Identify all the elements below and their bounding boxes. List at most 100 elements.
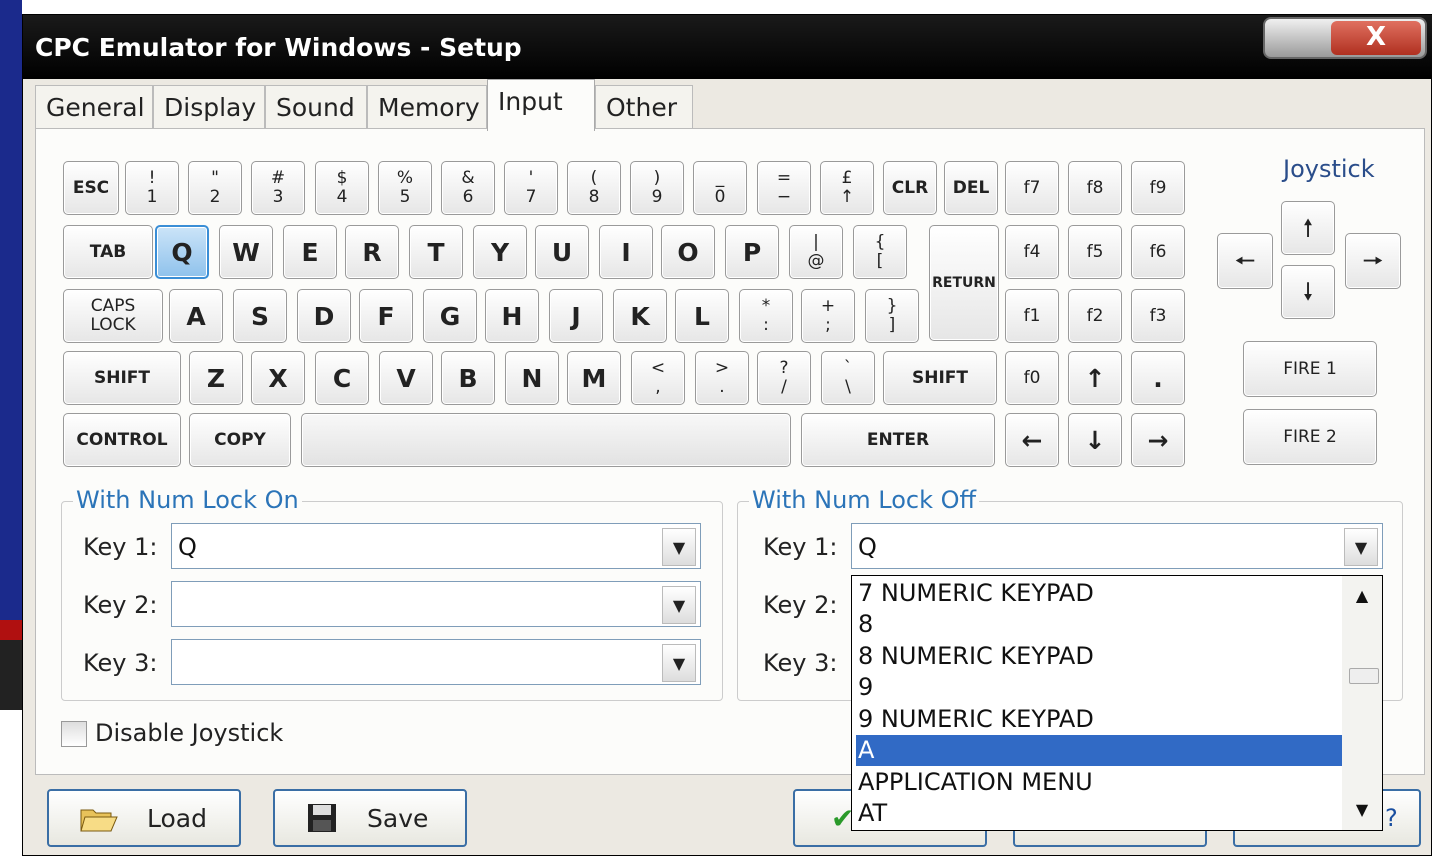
scrollbar-thumb[interactable] — [1349, 668, 1379, 684]
key-enter[interactable]: ENTER — [801, 413, 995, 467]
key-f2[interactable]: f2 — [1068, 289, 1122, 343]
key-symbol[interactable]: +; — [801, 289, 855, 343]
key-c[interactable]: C — [315, 351, 369, 405]
key-clr[interactable]: CLR — [883, 161, 937, 215]
key-space[interactable] — [301, 413, 791, 467]
key-copy[interactable]: COPY — [189, 413, 291, 467]
key-symbol[interactable]: *: — [739, 289, 793, 343]
key-capslock[interactable]: CAPS LOCK — [63, 289, 163, 343]
key-g[interactable]: G — [423, 289, 477, 343]
key-f3[interactable]: f3 — [1131, 289, 1185, 343]
key-symbol[interactable]: = − — [757, 161, 811, 215]
key-2[interactable]: " 2 — [188, 161, 242, 215]
list-item[interactable]: 8 NUMERIC KEYPAD — [856, 641, 1342, 672]
scroll-up-icon[interactable]: ▲ — [1346, 580, 1378, 610]
list-item[interactable]: AT — [856, 798, 1342, 829]
list-item[interactable]: 8 — [856, 609, 1342, 640]
key-symbol[interactable]: ` \ — [821, 351, 875, 405]
fire2-button[interactable]: FIRE 2 — [1243, 409, 1377, 465]
key-4[interactable]: $4 — [315, 161, 369, 215]
dropdown-scrollbar[interactable]: ▲ ▼ — [1342, 576, 1382, 830]
key-symbol[interactable]: | @ — [789, 225, 843, 279]
list-item-selected[interactable]: A — [856, 735, 1342, 766]
key-return[interactable]: RETURN — [929, 225, 999, 341]
key-6[interactable]: & 6 — [441, 161, 495, 215]
key-p[interactable]: P — [725, 225, 779, 279]
key-symbol[interactable]: ← — [1005, 413, 1059, 467]
key-symbol[interactable]: ↑ — [1068, 351, 1122, 405]
key-symbol[interactable]: ? / — [757, 351, 811, 405]
key-m[interactable]: M — [567, 351, 621, 405]
num-lock-on-key3-select[interactable]: ▼ — [171, 639, 701, 685]
joystick-right-button[interactable]: 🠖 — [1345, 233, 1401, 289]
chevron-down-icon[interactable]: ▼ — [1344, 528, 1378, 566]
list-item[interactable]: 9 NUMERIC KEYPAD — [856, 704, 1342, 735]
key-f5[interactable]: f5 — [1068, 225, 1122, 279]
key-d[interactable]: D — [297, 289, 351, 343]
key-i[interactable]: I — [599, 225, 653, 279]
disable-joystick-checkbox[interactable] — [61, 721, 87, 747]
key-f1[interactable]: f1 — [1005, 289, 1059, 343]
joystick-up-button[interactable]: 🠕 — [1281, 201, 1335, 255]
key-n[interactable]: N — [505, 351, 559, 405]
scroll-down-icon[interactable]: ▼ — [1346, 794, 1378, 824]
key-symbol[interactable]: £ ↑ — [820, 161, 874, 215]
joystick-down-button[interactable]: 🠗 — [1281, 265, 1335, 319]
chevron-down-icon[interactable]: ▼ — [662, 586, 696, 624]
key-f7[interactable]: f7 — [1005, 161, 1059, 215]
key-t[interactable]: T — [409, 225, 463, 279]
key-shift[interactable]: SHIFT — [883, 351, 997, 405]
key-b[interactable]: B — [441, 351, 495, 405]
key-symbol[interactable]: >. — [695, 351, 749, 405]
key-5[interactable]: % 5 — [378, 161, 432, 215]
joystick-left-button[interactable]: 🠔 — [1217, 233, 1273, 289]
save-button[interactable]: Save — [273, 789, 467, 847]
key-f4[interactable]: f4 — [1005, 225, 1059, 279]
list-item[interactable]: APPLICATION MENU — [856, 767, 1342, 798]
chevron-down-icon[interactable]: ▼ — [662, 644, 696, 682]
key-del[interactable]: DEL — [944, 161, 998, 215]
key-o[interactable]: O — [661, 225, 715, 279]
key-dropdown-list[interactable]: 7 NUMERIC KEYPAD 8 8 NUMERIC KEYPAD 9 9 … — [851, 575, 1383, 831]
key-esc[interactable]: ESC — [63, 161, 119, 215]
list-item[interactable]: 7 NUMERIC KEYPAD — [856, 578, 1342, 609]
key-s[interactable]: S — [233, 289, 287, 343]
key-3[interactable]: #3 — [251, 161, 305, 215]
key-y[interactable]: Y — [473, 225, 527, 279]
key-v[interactable]: V — [379, 351, 433, 405]
key-symbol[interactable]: ↓ — [1068, 413, 1122, 467]
key-symbol[interactable]: → — [1131, 413, 1185, 467]
list-item[interactable]: 9 — [856, 672, 1342, 703]
key-q[interactable]: Q — [155, 225, 209, 279]
key-h[interactable]: H — [485, 289, 539, 343]
num-lock-on-key1-select[interactable]: Q ▼ — [171, 523, 701, 569]
key-tab[interactable]: TAB — [63, 225, 153, 279]
key-w[interactable]: W — [219, 225, 273, 279]
key-8[interactable]: (8 — [567, 161, 621, 215]
key-z[interactable]: Z — [189, 351, 243, 405]
key-symbol[interactable]: {[ — [853, 225, 907, 279]
fire1-button[interactable]: FIRE 1 — [1243, 341, 1377, 397]
key-u[interactable]: U — [535, 225, 589, 279]
key-x[interactable]: X — [251, 351, 305, 405]
load-button[interactable]: Load — [47, 789, 241, 847]
key-e[interactable]: E — [283, 225, 337, 279]
key-symbol[interactable]: <, — [631, 351, 685, 405]
key-9[interactable]: ) 9 — [630, 161, 684, 215]
key-1[interactable]: ! 1 — [125, 161, 179, 215]
key-f8[interactable]: f8 — [1068, 161, 1122, 215]
key-control[interactable]: CONTROL — [63, 413, 181, 467]
key-symbol[interactable]: }] — [865, 289, 919, 343]
key-l[interactable]: L — [675, 289, 729, 343]
key-k[interactable]: K — [613, 289, 667, 343]
num-lock-off-key1-select[interactable]: Q ▼ — [851, 523, 1383, 569]
chevron-down-icon[interactable]: ▼ — [662, 528, 696, 566]
key-0[interactable]: _ 0 — [693, 161, 747, 215]
key-f6[interactable]: f6 — [1131, 225, 1185, 279]
key-f9[interactable]: f9 — [1131, 161, 1185, 215]
key-shift[interactable]: SHIFT — [63, 351, 181, 405]
key-a[interactable]: A — [169, 289, 223, 343]
key-r[interactable]: R — [345, 225, 399, 279]
tab-input[interactable]: Input — [487, 79, 595, 131]
key-f[interactable]: F — [359, 289, 413, 343]
